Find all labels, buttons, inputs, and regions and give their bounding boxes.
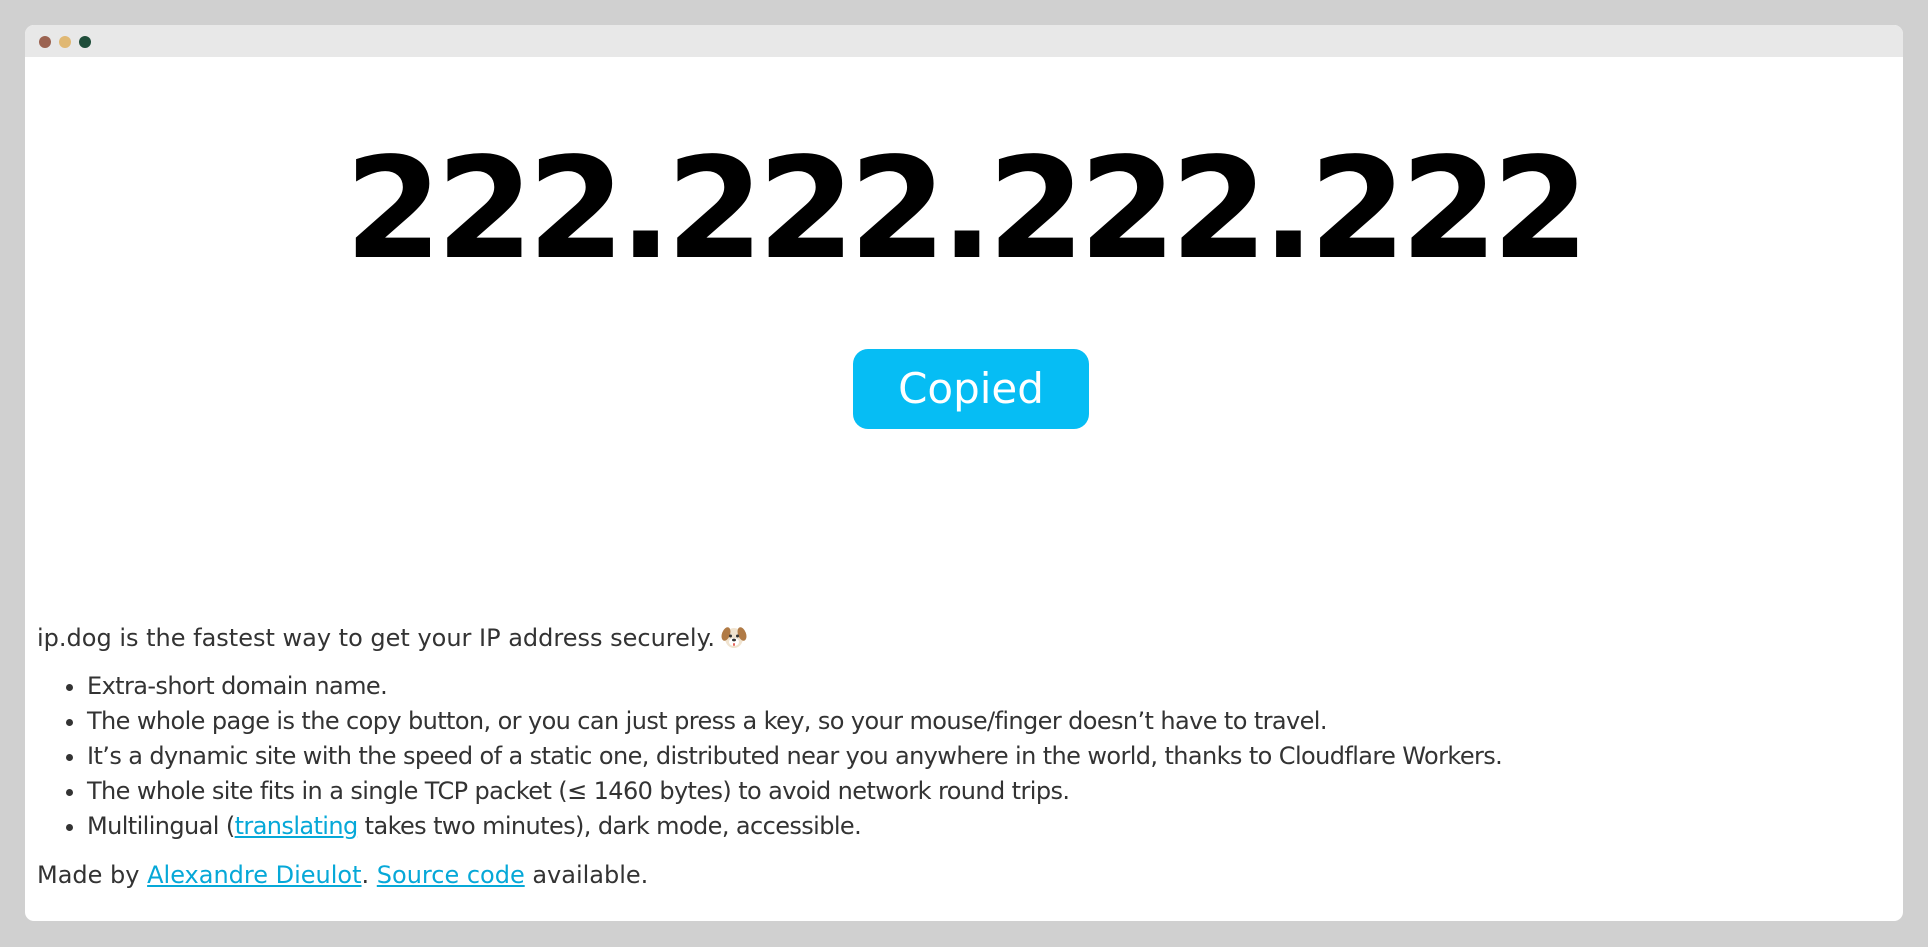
feature-copy-button: The whole page is the copy button, or yo…	[87, 704, 1887, 739]
features-list: Extra-short domain name. The whole page …	[37, 669, 1887, 844]
footer-suffix: available.	[524, 861, 649, 889]
browser-window: 222.222.222.222 Copied ip.dog is the fas…	[25, 25, 1903, 921]
multilingual-text-before: Multilingual (	[87, 812, 235, 840]
footer-prefix: Made by	[37, 861, 148, 889]
feature-single-packet: The whole site fits in a single TCP pack…	[87, 774, 1887, 809]
window-titlebar	[25, 25, 1903, 57]
dog-face-icon	[721, 624, 747, 650]
source-code-link[interactable]: Source code	[377, 861, 525, 889]
intro-text: ip.dog is the fastest way to get your IP…	[37, 624, 715, 652]
multilingual-text-after: takes two minutes), dark mode, accessibl…	[357, 812, 862, 840]
footer: Made by Alexandre Dieulot. Source code a…	[37, 858, 1887, 892]
copy-button[interactable]: Copied	[853, 349, 1089, 429]
footer-separator: .	[361, 861, 377, 889]
minimize-window-dot[interactable]	[59, 36, 71, 48]
translating-link[interactable]: translating	[235, 812, 359, 840]
close-window-dot[interactable]	[39, 36, 51, 48]
author-link[interactable]: Alexandre Dieulot	[147, 861, 361, 889]
feature-multilingual: Multilingual (translating takes two minu…	[87, 809, 1887, 844]
page-description: ip.dog is the fastest way to get your IP…	[37, 621, 1887, 892]
maximize-window-dot[interactable]	[79, 36, 91, 48]
feature-short-domain: Extra-short domain name.	[87, 669, 1887, 704]
ip-address[interactable]: 222.222.222.222	[25, 125, 1903, 295]
feature-dynamic-site: It’s a dynamic site with the speed of a …	[87, 739, 1887, 774]
intro-paragraph: ip.dog is the fastest way to get your IP…	[37, 621, 1887, 655]
